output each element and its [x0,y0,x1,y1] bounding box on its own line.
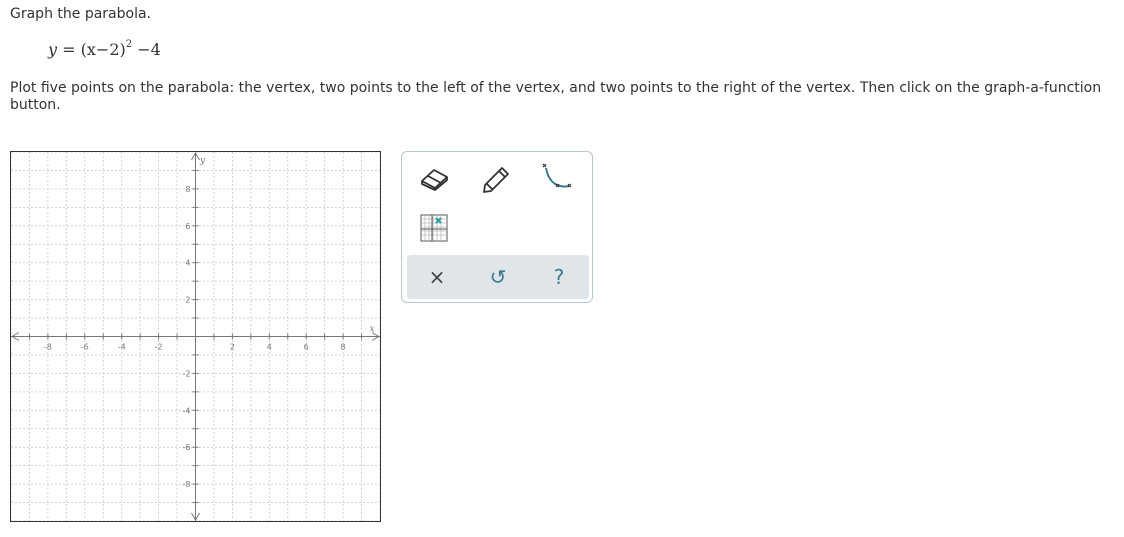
y-tick-label: 4 [185,259,190,268]
eraser-tool-button[interactable] [414,160,454,196]
toolbox: × ↺ ? [401,151,593,303]
coordinate-grid[interactable]: -8 -6 -4 -2 2 4 6 8 8 6 4 2 -2 -4 -6 -8 x y [11,152,380,521]
y-tick-label: -4 [183,406,191,415]
point-tool-button[interactable] [414,210,454,246]
equation: y = (x−2)2 −4 [48,38,161,59]
equation-exponent: 2 [125,38,133,50]
grid-point-icon [420,214,448,242]
action-bar: × ↺ ? [407,255,589,299]
curve-icon [542,163,572,188]
x-tick-label: 2 [230,343,235,352]
instruction-title: Graph the parabola. [10,6,151,22]
equation-tail: −4 [137,40,161,59]
pencil-tool-button[interactable] [476,160,516,196]
undo-icon: ↺ [489,265,507,289]
y-tick-label: 6 [185,222,190,231]
x-tick-label: -2 [155,343,163,352]
x-tick-label: -6 [81,343,89,352]
x-tick-label: 6 [304,343,309,352]
undo-button[interactable]: ↺ [478,259,518,295]
y-tick-label: -6 [183,443,191,452]
x-tick-label: -8 [44,343,52,352]
y-tick-label: 8 [185,185,190,194]
x-tick-label: 4 [267,343,272,352]
close-icon: × [428,265,446,289]
help-icon: ? [553,265,565,289]
graph-area[interactable]: -8 -6 -4 -2 2 4 6 8 8 6 4 2 -2 -4 -6 -8 x y [10,151,381,522]
eraser-icon [421,169,448,191]
instruction-body: Plot five points on the parabola: the ve… [10,80,1102,113]
x-axis-label: x [369,325,374,335]
clear-button[interactable]: × [417,259,457,295]
x-tick-label: 8 [341,343,346,352]
equation-base: (x−2) [80,40,126,59]
y-axis-label: y [199,156,206,166]
y-tick-label: 2 [185,296,190,305]
equation-equals: = [62,40,76,59]
y-tick-label: -8 [183,480,191,489]
pencil-icon [483,167,509,193]
help-button[interactable]: ? [539,259,579,295]
y-tick-label: -2 [183,369,191,378]
graph-function-button[interactable] [538,160,578,196]
x-tick-label: -4 [118,343,126,352]
equation-lhs: y [48,40,58,59]
